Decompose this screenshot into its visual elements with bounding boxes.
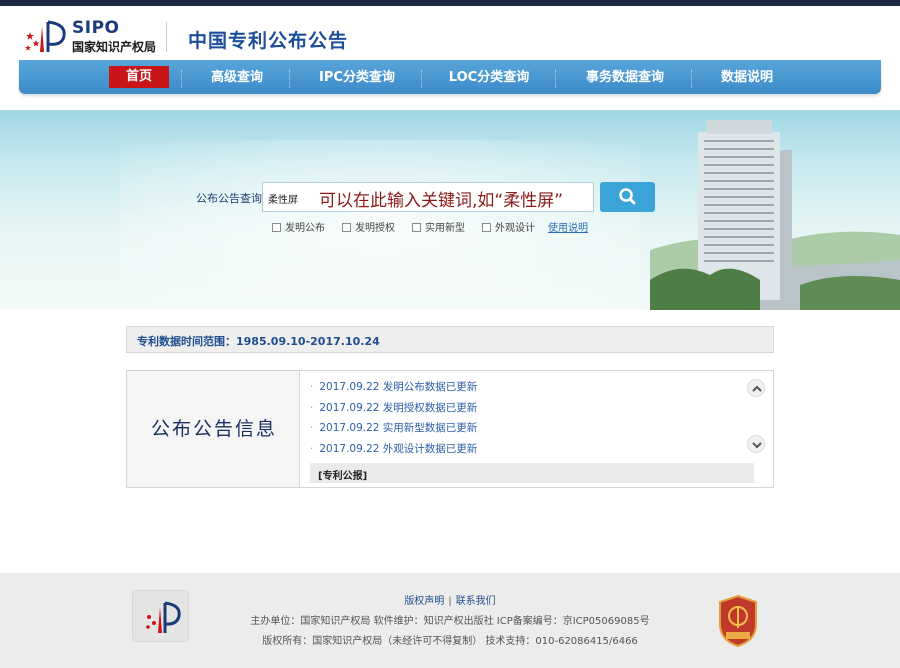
data-range-bar: 专利数据时间范围：1985.09.10-2017.10.24 [126,326,774,353]
nav-item-transaction-search[interactable]: 事务数据查询 [575,68,675,88]
checkbox[interactable] [342,223,351,232]
news-item[interactable]: · 2017.09.22 发明授权数据已更新 [310,400,750,421]
nav-item-advanced-search[interactable]: 高级查询 [199,68,275,88]
option-invention-grant[interactable]: 发明授权 [342,221,395,237]
footer-copyright-info: 版权所有：国家知识产权局（未经许可不得复制） 技术支持：010-62086415… [262,636,638,647]
news-text: 2017.09.22 实用新型数据已更新 [319,422,478,434]
scroll-down-button[interactable] [747,435,765,453]
logo-cn-text: 国家知识产权局 [72,40,157,54]
data-range-text: 专利数据时间范围：1985.09.10-2017.10.24 [137,335,380,348]
option-label: 实用新型 [425,223,465,234]
option-invention-publication[interactable]: 发明公布 [272,221,325,237]
site-header: SIPO 国家知识产权局 中国专利公布公告 [0,6,900,60]
chevron-down-icon [752,442,762,449]
checkbox[interactable] [412,223,421,232]
news-list: · 2017.09.22 发明公布数据已更新 · 2017.09.22 发明授权数据… [310,379,750,461]
news-item[interactable]: · 2017.09.22 外观设计数据已更新 [310,441,750,462]
search-hint-text: 可以在此输入关键词,如“柔性屏” [319,191,564,211]
option-label: 发明公布 [285,223,325,234]
nav-item-loc-search[interactable]: LOC分类查询 [439,68,539,88]
scroll-up-button[interactable] [747,379,765,397]
bullet-icon: · [310,422,314,434]
sipo-emblem-icon [25,20,66,52]
site-footer: 版权声明 | 联系我们 主办单位：国家知识产权局 软件维护：知识产权出版社 ICP备… [0,573,900,668]
option-label: 外观设计 [495,223,535,234]
nav-item-home[interactable]: 首页 [109,66,169,88]
option-label: 发明授权 [355,223,395,234]
search-input-value: 柔性屏 [268,195,298,206]
sipo-logo[interactable]: SIPO 国家知识产权局 [22,18,168,56]
header-divider [166,22,167,52]
search-label: 公布公告查询 [196,192,262,205]
checkbox[interactable] [272,223,281,232]
option-design[interactable]: 外观设计 [482,221,535,237]
news-item[interactable]: · 2017.09.22 实用新型数据已更新 [310,420,750,441]
news-text: 2017.09.22 发明公布数据已更新 [319,381,478,393]
contact-us-link[interactable]: 联系我们 [456,596,496,607]
bullet-icon: · [310,401,314,414]
link-separator: | [448,596,452,607]
bullet-icon: · [310,381,314,393]
logo-en-text: SIPO [72,18,120,38]
gazette-label: [专利公报] [318,471,368,482]
nav-separator [181,70,182,88]
search-icon [619,188,636,205]
site-title: 中国专利公布公告 [188,30,349,52]
nav-separator [555,70,556,88]
police-badge-icon[interactable] [716,594,760,648]
search-button[interactable] [600,182,655,212]
bullet-icon: · [310,442,314,455]
nav-item-data-description[interactable]: 数据说明 [715,68,779,88]
nav-item-ipc-search[interactable]: IPC分类查询 [309,68,405,88]
nav-separator [421,70,422,88]
office-building-image [650,120,900,310]
search-banner: 公布公告查询 柔性屏 可以在此输入关键词,如“柔性屏” 发明公布 发明授权 实用… [0,110,900,310]
checkbox[interactable] [482,223,491,232]
banner-glow [120,140,640,300]
announcement-panel: 公布公告信息 · 2017.09.22 发明公布数据已更新 · 2017.09.22… [126,370,774,488]
footer-links: 版权声明 | 联系我们 [0,592,900,607]
news-text: 2017.09.22 发明授权数据已更新 [319,401,478,414]
announcement-title: 公布公告信息 [151,418,278,440]
nav-separator [691,70,692,88]
news-text: 2017.09.22 外观设计数据已更新 [319,442,478,455]
nav-separator [289,70,290,88]
footer-host-info: 主办单位：国家知识产权局 软件维护：知识产权出版社 ICP备案编号：京ICP05… [250,616,650,627]
option-utility-model[interactable]: 实用新型 [412,221,465,237]
announcement-title-block: 公布公告信息 [127,371,300,487]
keyword-search-input[interactable]: 柔性屏 可以在此输入关键词,如“柔性屏” [262,182,594,212]
patent-gazette-link[interactable]: [专利公报] [310,463,754,483]
usage-help-link[interactable]: 使用说明 [548,221,588,237]
chevron-up-icon [752,385,762,392]
copyright-notice-link[interactable]: 版权声明 [404,596,444,607]
news-item[interactable]: · 2017.09.22 发明公布数据已更新 [310,379,750,400]
main-nav: 首页 高级查询 IPC分类查询 LOC分类查询 事务数据查询 数据说明 [19,60,881,94]
